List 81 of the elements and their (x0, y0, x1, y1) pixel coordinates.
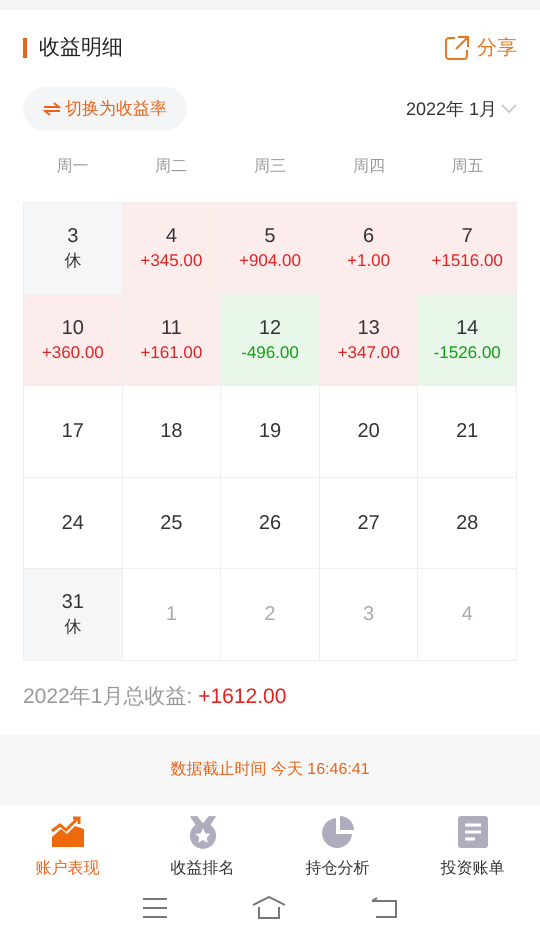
nav-tab[interactable]: 持仓分析 (270, 814, 405, 892)
daily-profit: +1.00 (347, 250, 390, 272)
day-number: 19 (258, 419, 282, 444)
daily-profit: +161.00 (140, 342, 202, 364)
month-dropdown[interactable]: 2022年 1月 (406, 96, 517, 122)
title-marker (23, 38, 27, 58)
calendar-day[interactable]: 19 (221, 386, 320, 478)
weekday-label: 周一 (55, 157, 90, 177)
day-number: 25 (160, 510, 183, 536)
calendar-day[interactable]: 4 +345.00 (122, 203, 222, 294)
section-title: 收益明细 (39, 35, 123, 62)
calendar-day[interactable]: 14 -1526.00 (418, 294, 517, 386)
chevron-down-icon (501, 104, 517, 114)
day-number: 27 (357, 510, 380, 536)
share-icon (445, 36, 469, 60)
total-value: +1612.00 (198, 684, 286, 710)
calendar-day[interactable]: 20 (320, 386, 418, 478)
total-label: 2022年1月总收益: (23, 684, 192, 710)
daily-profit: +1516.00 (431, 250, 503, 272)
day-number: 4 (462, 602, 473, 628)
trend-chart-icon (50, 814, 84, 848)
weekday-label: 周三 (252, 157, 287, 177)
day-number: 21 (456, 419, 478, 444)
daily-profit: +360.00 (42, 342, 104, 364)
medal-icon (188, 814, 218, 848)
day-number: 14 (456, 316, 478, 341)
day-number: 2 (264, 602, 276, 628)
daily-profit: -496.00 (241, 342, 299, 364)
day-number: 12 (258, 316, 282, 341)
calendar-day[interactable]: 11 +161.00 (122, 294, 222, 386)
weekday-label: 周五 (450, 157, 485, 177)
calendar-day[interactable]: 6 +1.00 (320, 203, 418, 294)
calendar-day[interactable]: 28 (418, 478, 517, 569)
pie-chart-icon (320, 814, 354, 848)
day-number: 31 (62, 590, 84, 616)
calendar-day[interactable]: 21 (418, 386, 517, 478)
nav-tab[interactable]: 投资账单 (405, 814, 540, 892)
calendar-day[interactable]: 12 -496.00 (221, 294, 320, 386)
day-number: 6 (363, 224, 374, 250)
calendar-day[interactable]: 26 (221, 478, 320, 569)
calendar-day[interactable]: 17 (24, 386, 123, 478)
calendar-day[interactable]: 7 +1516.00 (418, 203, 517, 294)
day-number: 1 (166, 602, 177, 628)
calendar-day[interactable]: 31 休 (24, 569, 123, 660)
menu-icon[interactable] (142, 896, 168, 918)
document-icon (456, 814, 488, 848)
calendar-day[interactable]: 10 +360.00 (24, 294, 123, 386)
swap-icon (43, 102, 61, 116)
calendar-day[interactable]: 13 +347.00 (320, 294, 418, 386)
daily-profit: +904.00 (239, 250, 301, 272)
weekday-label: 周二 (154, 157, 188, 177)
weekday-label: 周四 (352, 157, 386, 177)
nav-tab[interactable]: 收益排名 (135, 814, 270, 892)
back-icon[interactable] (370, 896, 398, 918)
holiday-label: 休 (64, 250, 82, 272)
calendar-day[interactable]: 3 休 (24, 203, 123, 294)
day-number: 4 (166, 224, 177, 250)
calendar-day[interactable]: 24 (24, 478, 123, 569)
calendar-day[interactable]: 5 +904.00 (221, 203, 320, 294)
day-number: 17 (62, 419, 84, 444)
day-number: 10 (62, 316, 84, 341)
day-number: 18 (160, 419, 183, 444)
calendar-day[interactable]: 18 (122, 386, 222, 478)
daily-profit: +347.00 (338, 342, 400, 364)
holiday-label: 休 (64, 616, 82, 638)
update-time: 数据截止时间 今天 16:46:41 (170, 760, 370, 780)
day-number: 13 (357, 316, 380, 341)
day-number: 3 (363, 602, 374, 628)
day-number: 26 (258, 510, 282, 536)
daily-profit: -1526.00 (434, 342, 501, 364)
daily-profit: +345.00 (140, 250, 202, 272)
day-number: 7 (462, 224, 473, 250)
day-number: 28 (456, 510, 478, 536)
day-number: 24 (62, 510, 84, 536)
day-number: 20 (357, 419, 380, 444)
calendar-day[interactable]: 25 (122, 478, 222, 569)
home-icon[interactable] (250, 896, 287, 920)
day-number: 5 (264, 224, 276, 250)
calendar-day[interactable]: 27 (320, 478, 418, 569)
day-number: 11 (161, 316, 182, 341)
day-number: 3 (67, 224, 78, 250)
